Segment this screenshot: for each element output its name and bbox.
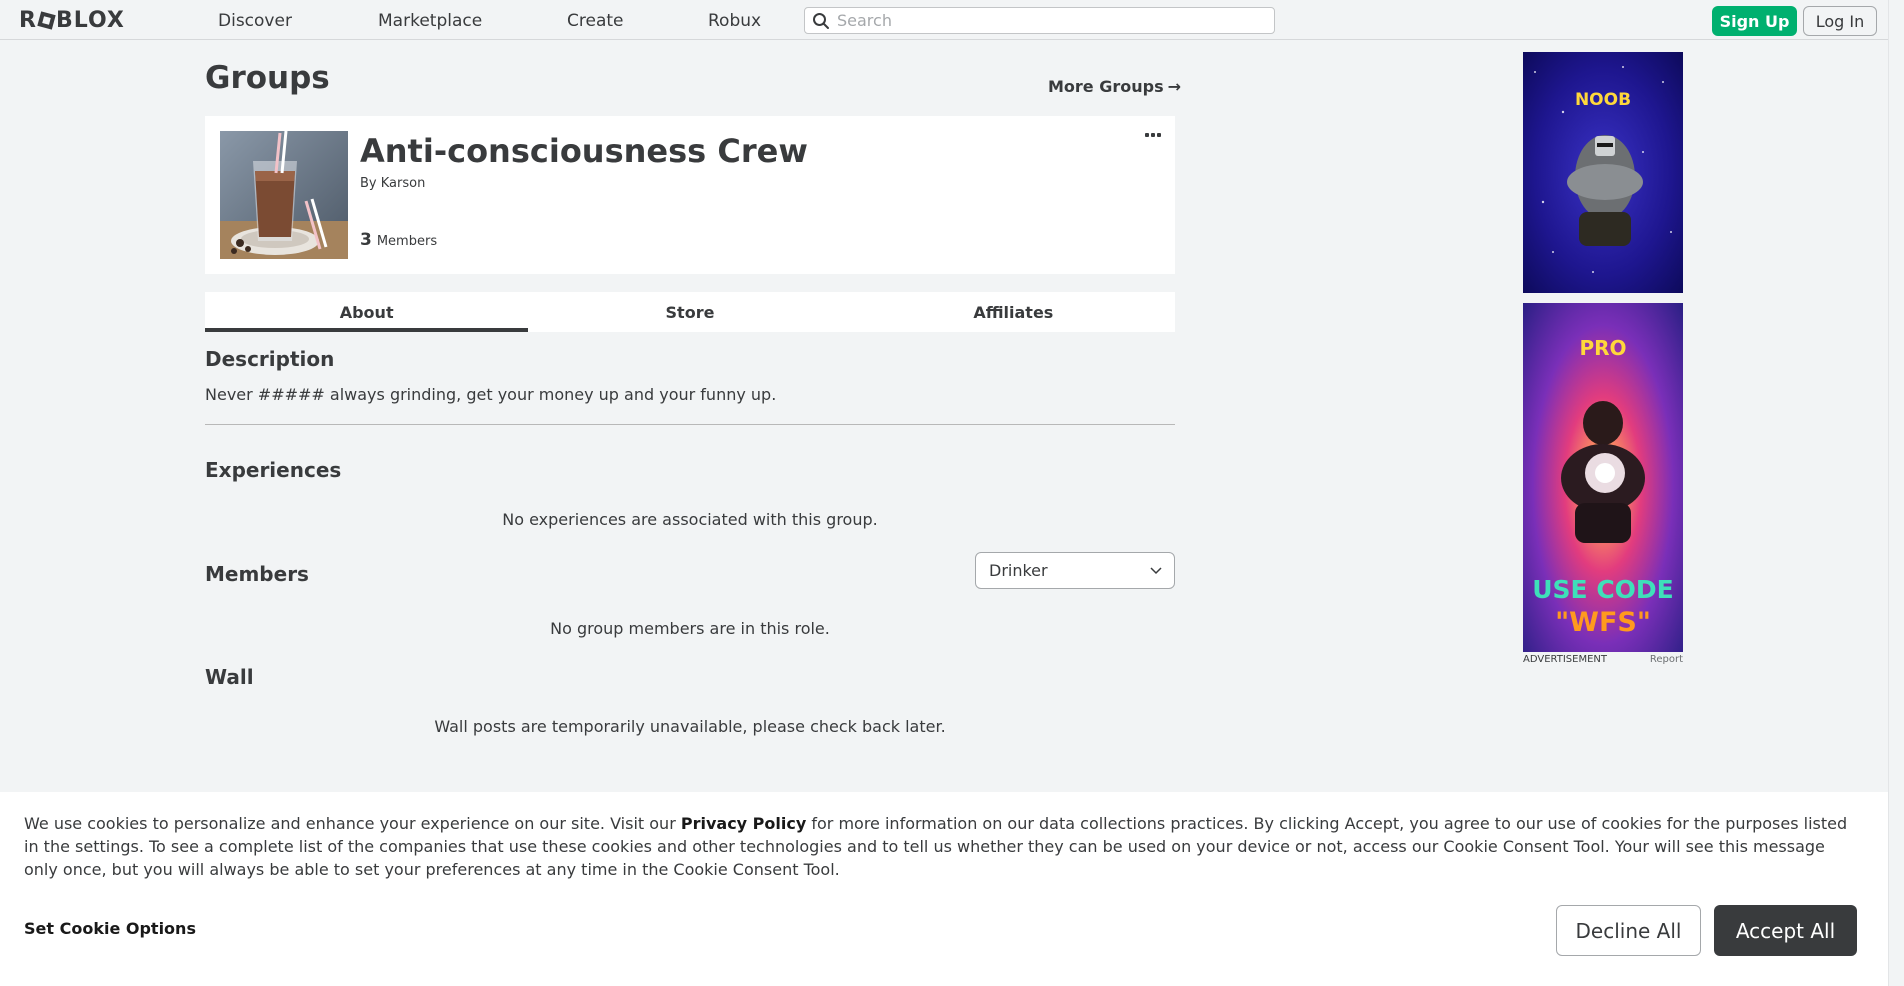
advertisement-banner-top[interactable]: NOOB (1523, 52, 1683, 293)
log-in-button[interactable]: Log In (1803, 6, 1877, 36)
logo-square-icon (37, 10, 56, 30)
member-count: 3 Members (360, 230, 437, 250)
decline-all-button[interactable]: Decline All (1556, 905, 1701, 956)
logo-letter: R (19, 7, 37, 33)
more-groups-link[interactable]: More Groups → (1048, 77, 1181, 96)
tab-store[interactable]: Store (528, 292, 851, 332)
member-count-number: 3 (360, 230, 372, 250)
role-dropdown-value: Drinker (989, 561, 1048, 580)
nav-marketplace[interactable]: Marketplace (378, 11, 482, 31)
by-prefix: By (360, 176, 377, 191)
set-cookie-options-link[interactable]: Set Cookie Options (24, 919, 196, 938)
page-title: Groups (205, 60, 330, 96)
roblox-logo[interactable]: R BLOX (19, 7, 125, 33)
group-header-card: Anti-consciousness Crew By Karson 3 Memb… (205, 116, 1175, 274)
advertisement-footer: ADVERTISEMENT Report (1523, 654, 1683, 665)
members-heading: Members (205, 562, 309, 586)
top-navigation-bar: R BLOX Discover Marketplace Create Robux… (0, 0, 1888, 40)
advertisement-banner-bottom[interactable]: PRO USE CODE "WFS" (1523, 303, 1683, 652)
more-options-icon[interactable] (1145, 130, 1163, 140)
cookie-consent-banner: We use cookies to personalize and enhanc… (0, 792, 1888, 986)
accept-all-button[interactable]: Accept All (1714, 905, 1857, 956)
sign-up-button[interactable]: Sign Up (1712, 6, 1797, 36)
nav-robux[interactable]: Robux (708, 11, 761, 31)
nav-create[interactable]: Create (567, 11, 624, 31)
cookie-consent-text: We use cookies to personalize and enhanc… (24, 812, 1854, 881)
ad-top-caption: NOOB (1574, 90, 1632, 110)
wall-heading: Wall (205, 665, 254, 689)
logo-letters: BLOX (55, 7, 125, 33)
group-owner-line: By Karson (360, 176, 425, 191)
page-scrollbar[interactable] (1888, 0, 1904, 986)
more-groups-label: More Groups (1048, 77, 1164, 96)
chevron-down-icon (1150, 567, 1162, 575)
owner-link[interactable]: Karson (381, 176, 426, 191)
experiences-heading: Experiences (205, 458, 342, 482)
role-dropdown[interactable]: Drinker (975, 552, 1175, 589)
search-icon (813, 13, 829, 29)
cookie-text-before: We use cookies to personalize and enhanc… (24, 814, 681, 833)
description-heading: Description (205, 347, 335, 371)
wall-empty-message: Wall posts are temporarily unavailable, … (434, 717, 946, 736)
ad-use-code-caption: USE CODE (1532, 575, 1674, 604)
milkshake-image-icon (220, 131, 348, 259)
nav-discover[interactable]: Discover (218, 11, 292, 31)
tab-about[interactable]: About (205, 292, 529, 332)
description-text: Never ##### always grinding, get your mo… (205, 385, 777, 404)
ad-bottom-top-caption: PRO (1579, 336, 1627, 360)
group-thumbnail (220, 131, 348, 259)
search-input[interactable] (837, 9, 1257, 32)
arrow-right-icon: → (1167, 77, 1182, 96)
member-count-label: Members (376, 234, 438, 249)
search-box (804, 7, 1275, 34)
group-tabs: About Store Affiliates (205, 292, 1175, 332)
group-name: Anti-consciousness Crew (360, 132, 808, 170)
experiences-empty-message: No experiences are associated with this … (502, 510, 878, 529)
privacy-policy-link[interactable]: Privacy Policy (681, 814, 806, 833)
ad-code-caption: "WFS" (1555, 607, 1651, 638)
tab-affiliates[interactable]: Affiliates (852, 292, 1175, 332)
report-ad-link[interactable]: Report (1650, 654, 1683, 665)
section-divider (205, 424, 1175, 425)
stars-background-icon (1534, 66, 1672, 273)
members-empty-message: No group members are in this role. (550, 619, 830, 638)
advertisement-label: ADVERTISEMENT (1523, 654, 1608, 665)
